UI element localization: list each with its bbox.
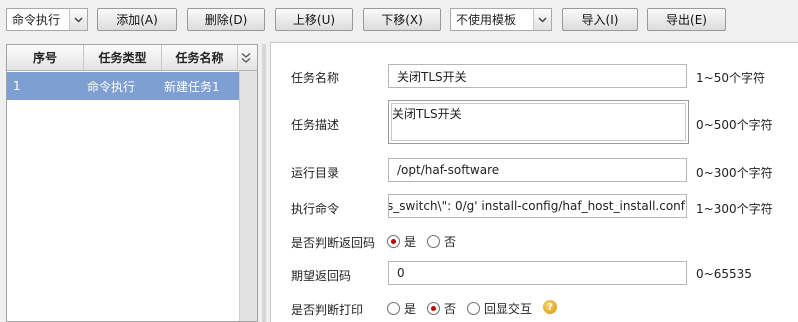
chevron-down-icon[interactable] xyxy=(533,9,551,30)
radio-empty-icon xyxy=(427,235,440,248)
row-type: 命令执行 xyxy=(87,79,136,94)
task-desc-hint: 0~500个字符 xyxy=(696,118,773,132)
check-print-echo-radio[interactable]: 回显交互 xyxy=(467,300,532,317)
radio-selected-icon xyxy=(387,235,400,248)
check-return-no-radio[interactable]: 否 xyxy=(427,233,456,250)
column-header-index[interactable]: 序号 xyxy=(7,45,84,70)
task-name-label: 任务名称 xyxy=(291,71,340,85)
row-name: 新建任务1 xyxy=(164,79,220,94)
radio-empty-icon xyxy=(387,302,400,315)
check-print-no-radio[interactable]: 否 xyxy=(427,300,456,317)
task-desc-textarea[interactable]: 关闭TLS开关 xyxy=(388,100,689,144)
task-desc-label: 任务描述 xyxy=(291,118,340,132)
double-chevron-down-icon[interactable] xyxy=(238,48,254,67)
task-desc-text: 关闭TLS开关 xyxy=(391,103,686,141)
check-print-no-label: 否 xyxy=(444,302,457,316)
task-detail-panel: 任务名称 关闭TLS开关 1~50个字符 任务描述 关闭TLS开关 0~500个… xyxy=(270,42,798,322)
column-header-name[interactable]: 任务名称 xyxy=(162,45,238,70)
move-up-button[interactable]: 上移(U) xyxy=(275,8,353,31)
panel-splitter[interactable] xyxy=(262,44,266,322)
exec-cmd-hint: 1~300个字符 xyxy=(696,202,773,216)
add-button[interactable]: 添加(A) xyxy=(97,8,177,31)
check-print-label: 是否判断打印 xyxy=(291,303,364,317)
check-return-yes-radio[interactable]: 是 xyxy=(387,233,416,250)
template-select[interactable]: 不使用模板 xyxy=(450,8,552,31)
check-return-yes-label: 是 xyxy=(404,235,417,249)
table-row[interactable]: 1 命令执行 新建任务1 xyxy=(7,72,239,100)
chevron-down-icon[interactable] xyxy=(69,9,87,30)
column-header-type[interactable]: 任务类型 xyxy=(84,45,162,70)
delete-button[interactable]: 删除(D) xyxy=(187,8,265,31)
run-dir-label: 运行目录 xyxy=(291,166,340,180)
export-button[interactable]: 导出(E) xyxy=(647,8,726,31)
task-type-value: 命令执行 xyxy=(12,13,61,27)
radio-empty-icon xyxy=(467,302,480,315)
task-type-select[interactable]: 命令执行 xyxy=(6,8,88,31)
row-index: 1 xyxy=(13,79,21,93)
task-list[interactable]: 序号 任务类型 任务名称 1 命令执行 新建任务1 xyxy=(6,44,258,322)
check-return-no-label: 否 xyxy=(444,235,457,249)
task-name-hint: 1~50个字符 xyxy=(696,71,765,85)
help-icon[interactable]: ? xyxy=(543,300,557,314)
check-print-echo-label: 回显交互 xyxy=(484,302,533,316)
run-dir-input[interactable]: /opt/haf-software xyxy=(388,158,687,182)
task-name-input[interactable]: 关闭TLS开关 xyxy=(388,64,687,88)
exec-cmd-label: 执行命令 xyxy=(291,202,340,216)
import-button[interactable]: 导入(I) xyxy=(562,8,638,31)
move-down-button[interactable]: 下移(X) xyxy=(363,8,441,31)
exec-cmd-input[interactable]: st_tls_switch\": 0/g' install-config/haf… xyxy=(388,194,687,218)
exec-cmd-text: st_tls_switch\": 0/g' install-config/haf… xyxy=(388,199,685,213)
check-print-yes-label: 是 xyxy=(404,302,417,316)
check-return-label: 是否判断返回码 xyxy=(291,236,376,250)
expected-code-label: 期望返回码 xyxy=(291,269,352,283)
task-list-header: 序号 任务类型 任务名称 xyxy=(7,45,257,71)
run-dir-hint: 0~300个字符 xyxy=(696,166,773,180)
template-value: 不使用模板 xyxy=(456,13,517,27)
expected-code-input[interactable]: 0 xyxy=(388,261,687,285)
vertical-scrollbar[interactable] xyxy=(239,71,257,321)
expected-code-hint: 0~65535 xyxy=(696,267,752,281)
radio-selected-icon xyxy=(427,302,440,315)
check-print-yes-radio[interactable]: 是 xyxy=(387,300,416,317)
